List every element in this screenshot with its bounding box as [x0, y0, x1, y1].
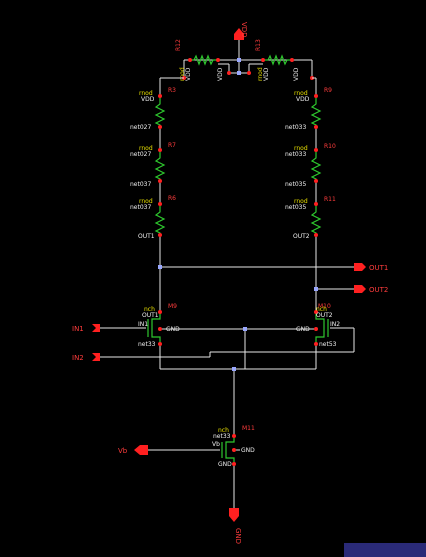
r9-refdes: R9 [324, 87, 332, 94]
in2-pin-label: IN2 [72, 354, 84, 362]
m9-gate: IN1 [138, 321, 148, 328]
out2-pin-label: OUT2 [369, 286, 388, 294]
vdd-pin[interactable]: VDD [234, 22, 248, 40]
r12-net2: VDD [217, 67, 224, 81]
corner-overlay [344, 543, 426, 557]
in1-pin-label: IN1 [72, 325, 84, 333]
resistor-r10[interactable]: R10 rnod net033 [285, 143, 336, 183]
vdd-pin-label: VDD [240, 22, 248, 38]
m11-bulk: GND [241, 447, 255, 454]
resistor-r3[interactable]: R3 rnod VDD [139, 87, 176, 129]
in1-pin[interactable]: IN1 [72, 324, 100, 333]
in2-pin[interactable]: IN2 [72, 353, 100, 362]
resistor-r11[interactable]: R11 rnod net035 [285, 196, 336, 237]
r9-net: VDD [296, 96, 310, 103]
r13-refdes: R13 [255, 39, 262, 51]
resistor-r6[interactable]: R6 rnod net037 [130, 195, 176, 237]
m9-drain: OUT1 [142, 312, 159, 319]
resistor-r7[interactable]: R7 rnod net027 [130, 142, 176, 183]
m11-drain: net33 [213, 433, 231, 440]
gnd-pin-label: GND [234, 528, 242, 544]
r3-refdes: R3 [168, 87, 176, 94]
schematic-svg[interactable]: VDD R12 rnod VDD VDD R13 rnod VDD VDD R3… [0, 0, 426, 557]
junction-out1 [158, 265, 162, 269]
junction-tail [232, 367, 236, 371]
r12-refdes: R12 [175, 39, 182, 51]
resistor-r13[interactable]: R13 rnod VDD VDD [255, 39, 300, 81]
junction-out2 [314, 287, 318, 291]
m11-gate: Vb [212, 441, 220, 448]
transistor-m10[interactable]: M10 nch OUT2 IN2 GND net53 [296, 303, 340, 348]
m10-drain: OUT2 [316, 312, 333, 319]
r10-net: net033 [285, 151, 306, 158]
left-out1-label: OUT1 [138, 233, 155, 240]
m11-source: GND [218, 461, 232, 468]
r6-refdes: R6 [168, 195, 176, 202]
junction-bulk [243, 327, 247, 331]
m10-source: net53 [319, 341, 337, 348]
right-net035-label: net035 [285, 181, 306, 188]
m11-refdes: M11 [242, 425, 255, 432]
vb-pin[interactable]: Vb [118, 445, 148, 455]
left-net037-label: net037 [130, 181, 151, 188]
r13-net2: VDD [293, 67, 300, 81]
r11-net: net035 [285, 204, 306, 211]
r10-refdes: R10 [324, 143, 336, 150]
m10-gate: IN2 [330, 321, 340, 328]
junction-vdd [237, 58, 241, 62]
out1-pin-label: OUT1 [369, 264, 388, 272]
right-out2-label: OUT2 [293, 233, 310, 240]
vb-pin-label: Vb [118, 447, 128, 455]
m9-refdes: M9 [168, 303, 177, 310]
r6-net: net037 [130, 204, 151, 211]
out2-pin[interactable]: OUT2 [354, 285, 388, 294]
resistor-r9[interactable]: R9 rnod VDD [294, 87, 332, 129]
r12-net: VDD [185, 67, 192, 81]
out1-pin[interactable]: OUT1 [354, 263, 388, 272]
junction-vdd-box [237, 71, 241, 75]
gnd-pin[interactable]: GND [229, 508, 242, 544]
r7-refdes: R7 [168, 142, 176, 149]
transistor-m9[interactable]: M9 nch OUT1 IN1 GND net33 [138, 303, 180, 348]
r11-refdes: R11 [324, 196, 336, 203]
right-net033-label: net033 [285, 124, 306, 131]
schematic-canvas[interactable]: VDD R12 rnod VDD VDD R13 rnod VDD VDD R3… [0, 0, 426, 557]
left-net027-label: net027 [130, 124, 151, 131]
r13-net: VDD [263, 67, 270, 81]
r3-net: VDD [141, 96, 155, 103]
m9-source: net33 [138, 341, 156, 348]
r7-net: net027 [130, 151, 151, 158]
